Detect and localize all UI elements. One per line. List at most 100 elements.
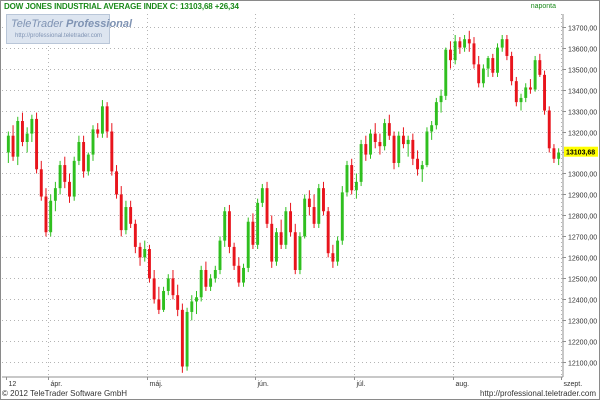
- candle-body-down: [147, 249, 151, 279]
- candle-body-up: [430, 125, 434, 132]
- candle-body-up: [16, 121, 20, 157]
- y-axis: 12100,00 12200,00 12300,00 12400,00 12500,00…: [562, 14, 598, 377]
- candles: [6, 30, 561, 373]
- candle-body-up: [557, 152, 561, 159]
- candle-body-up: [284, 211, 288, 245]
- candlestick-chart: 12100,00 12200,00 12300,00 12400,00 12500,00…: [2, 14, 598, 388]
- candle-body-down: [401, 135, 405, 145]
- candle-body-down: [157, 299, 161, 310]
- candle-body-up: [524, 87, 528, 98]
- candle-body-up: [223, 211, 227, 241]
- candle-body-down: [392, 135, 396, 163]
- candle-body-down: [11, 135, 15, 157]
- candle-body-up: [77, 141, 81, 161]
- candle-body-up: [425, 131, 429, 166]
- candle-body-up: [369, 133, 372, 155]
- y-tick-label: 13400,00: [568, 89, 597, 96]
- candle-body-up: [143, 249, 147, 258]
- candle-body-down: [373, 133, 377, 142]
- x-tick-label: ápr.: [51, 381, 63, 388]
- candle-body-up: [199, 269, 203, 298]
- candle-body-down: [322, 188, 325, 212]
- candle-body-down: [96, 129, 100, 134]
- candle-body-down: [514, 81, 518, 103]
- y-tick-label: 13000,00: [568, 172, 597, 179]
- candle-body-up: [209, 278, 213, 287]
- y-tick-label: 12400,00: [568, 298, 597, 305]
- candle-body-up: [72, 160, 76, 197]
- candle-body-up: [420, 165, 424, 170]
- candle-body-up: [30, 118, 34, 134]
- x-tick-label: jún.: [257, 381, 269, 388]
- candle-body-down: [331, 253, 335, 262]
- logo-url: http://professional.teletrader.com: [15, 33, 103, 39]
- candle-body-down: [39, 169, 43, 197]
- candle-body-down: [171, 278, 175, 296]
- candle-body-up: [519, 97, 523, 103]
- x-tick-label: máj.: [150, 381, 163, 388]
- candle-body-down: [510, 55, 514, 82]
- candle-body-up: [444, 49, 448, 96]
- x-tick-label: júl.: [356, 381, 366, 388]
- candle-body-down: [378, 141, 382, 147]
- candle-body-up: [359, 144, 363, 182]
- candle-body-up: [213, 269, 217, 279]
- candle-body-down: [115, 171, 118, 195]
- candle-body-up: [486, 58, 490, 69]
- candle-body-up: [242, 267, 245, 283]
- candle-body-down: [68, 181, 71, 197]
- copyright: © 2012 TeleTrader Software GmbH: [2, 389, 128, 398]
- candle-body-down: [547, 110, 551, 149]
- candle-body-down: [44, 196, 48, 233]
- candle-body-down: [110, 131, 114, 172]
- candle-body-down: [35, 118, 39, 170]
- candle-body-up: [91, 129, 95, 155]
- candle-body-down: [289, 211, 293, 233]
- candle-body-down: [180, 309, 184, 367]
- logo-name-bold: Professional: [66, 18, 133, 30]
- logo-name-regular: TeleTrader: [11, 18, 63, 30]
- chart-title: DOW JONES INDUSTRIAL AVERAGE INDEX C: 13…: [4, 1, 239, 13]
- candle-body-down: [21, 121, 24, 142]
- period-label: naponta: [530, 3, 556, 10]
- candle-body-up: [49, 200, 53, 233]
- candle-body-down: [552, 148, 556, 159]
- candle-body-down: [307, 198, 311, 208]
- candle-body-up: [406, 139, 410, 145]
- candle-body-down: [176, 295, 180, 310]
- candle-body-up: [481, 68, 485, 84]
- candle-body-down: [265, 188, 269, 224]
- candle-body-up: [195, 297, 198, 302]
- footer-link[interactable]: http://professional.teletrader.com: [480, 389, 596, 399]
- x-tick-label: 12: [9, 381, 17, 388]
- x-axis: 12ápr.máj.jún.júl.aug.szept.okt.: [2, 376, 583, 388]
- candle-body-down: [82, 141, 86, 172]
- candle-body-down: [227, 211, 231, 247]
- y-tick-label: 13300,00: [568, 110, 597, 117]
- candle-body-up: [190, 301, 194, 312]
- y-tick-label: 12800,00: [568, 214, 597, 221]
- candle-body-up: [463, 39, 467, 48]
- candle-body-down: [232, 246, 236, 266]
- candle-body-up: [354, 181, 358, 191]
- candle-body-down: [204, 269, 208, 287]
- candle-body-down: [152, 278, 156, 300]
- candle-body-up: [53, 188, 57, 201]
- candle-body-down: [543, 74, 546, 111]
- candle-body-down: [138, 246, 142, 258]
- candle-body-down: [538, 60, 542, 75]
- candle-body-down: [458, 41, 462, 48]
- candle-body-down: [350, 165, 354, 191]
- candle-body-up: [256, 202, 260, 245]
- candle-body-down: [472, 43, 476, 65]
- candle-body-up: [434, 102, 438, 126]
- candle-body-down: [270, 223, 274, 262]
- x-tick-label: szept.: [564, 381, 583, 388]
- candle-body-up: [25, 133, 29, 142]
- candle-body-down: [477, 64, 481, 84]
- candle-body-down: [105, 106, 109, 132]
- last-close: C: 13103,68: [169, 2, 213, 11]
- candle-body-down: [119, 194, 123, 231]
- x-tick-label: aug.: [456, 381, 470, 388]
- candle-body-down: [411, 139, 415, 159]
